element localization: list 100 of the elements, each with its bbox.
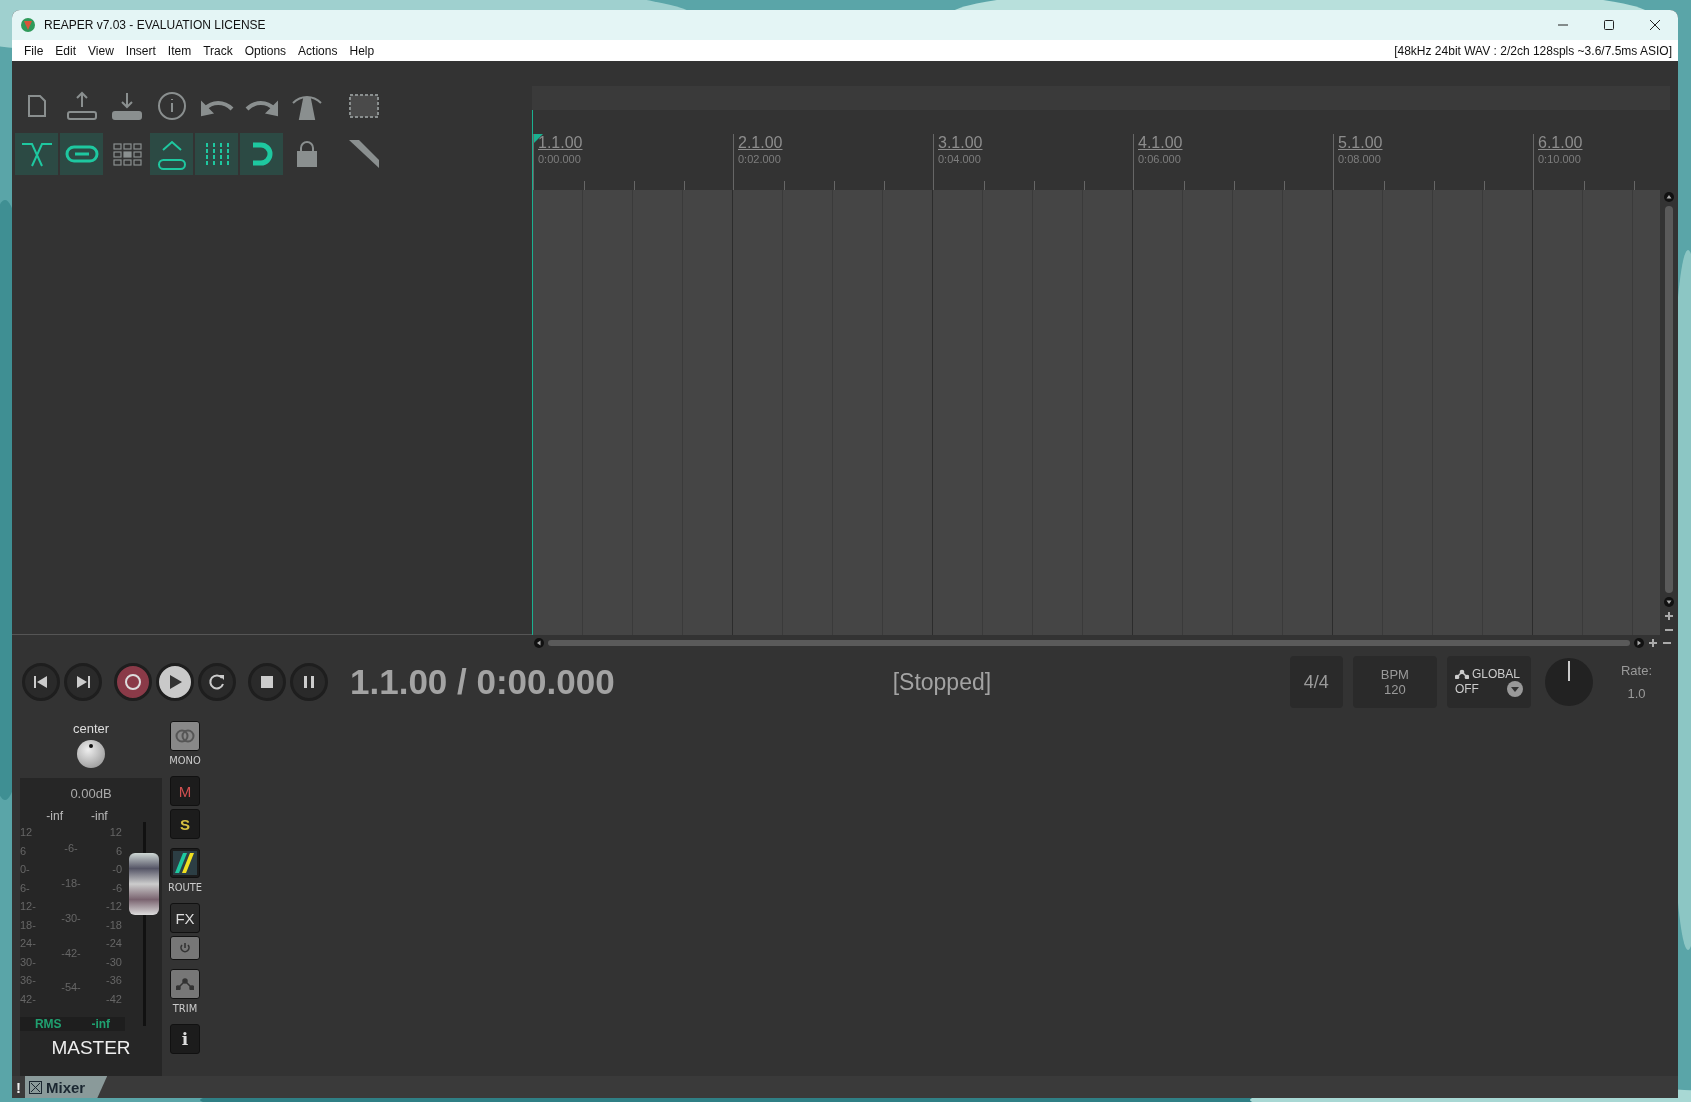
menu-item[interactable]: Insert (119, 43, 162, 58)
new-file-icon[interactable] (26, 94, 47, 118)
scroll-down-icon[interactable] (1664, 597, 1674, 607)
scroll-right-icon[interactable] (1634, 638, 1644, 648)
ripple-icon[interactable] (19, 140, 54, 168)
meter-scale-label: 6- (20, 880, 30, 896)
time-label: 0:00.000 (538, 152, 582, 166)
time-label: 0:10.000 (1538, 152, 1582, 166)
next-button[interactable] (64, 663, 102, 701)
meter-scale-label: -30- (61, 910, 81, 926)
skip-forward-icon (74, 673, 92, 691)
lock-icon[interactable] (295, 140, 318, 168)
skip-back-icon (32, 673, 50, 691)
info-icon[interactable] (156, 91, 187, 121)
close-icon[interactable] (29, 1080, 42, 1094)
measure-label: 5.1.00 (1338, 134, 1384, 152)
meter-scale-label: -6 (112, 880, 122, 896)
grid-icon[interactable] (111, 142, 142, 166)
info-button[interactable]: i (170, 1024, 200, 1054)
time-signature-button[interactable]: 4/4 (1289, 656, 1343, 708)
meter-scale-label: 6 (115, 843, 122, 859)
record-icon (124, 673, 142, 691)
repeat-icon (208, 673, 226, 691)
download-icon[interactable] (110, 91, 143, 121)
vertical-scrollbar[interactable] (1665, 206, 1673, 593)
power-icon (179, 942, 191, 954)
measure-label: 3.1.00 (938, 134, 984, 152)
stop-icon (258, 673, 276, 691)
time-label: 0:06.000 (1138, 152, 1182, 166)
meter-scale-label: -12 (106, 899, 122, 914)
meter-scale-label: -6- (64, 841, 78, 857)
measure-label: 6.1.00 (1538, 134, 1584, 152)
play-state: [Stopped] (892, 668, 992, 696)
pause-button[interactable] (290, 663, 328, 701)
solo-button[interactable]: S (170, 809, 200, 839)
meter-scale-label: 6 (20, 843, 27, 859)
menu-item[interactable]: View (82, 43, 120, 58)
fader-handle[interactable] (129, 853, 159, 916)
overlapping-circles-icon (174, 729, 196, 743)
rms-readout: -inf (91, 1017, 111, 1031)
meter-scale-label: 12 (109, 825, 122, 840)
scroll-up-icon[interactable] (1664, 192, 1674, 202)
maximize-icon (1603, 19, 1615, 31)
zoom-in-icon[interactable] (1648, 638, 1658, 648)
warning-indicator[interactable]: ! (16, 1078, 21, 1096)
meter-scale-label: -36 (106, 973, 122, 988)
time-label: 0:02.000 (738, 152, 782, 166)
menu-item[interactable]: Track (197, 43, 239, 58)
meter-scale-label: -24 (106, 936, 122, 951)
menu-item[interactable]: File (18, 43, 50, 58)
position-display: 1.1.00 / 0:00.000 (350, 662, 615, 702)
upload-icon[interactable] (65, 91, 98, 121)
route-button[interactable] (170, 848, 200, 878)
menu-item[interactable]: Edit (49, 43, 83, 58)
meter-scale-label: -42 (106, 991, 122, 1007)
close-icon (1649, 19, 1661, 31)
audio-status: [48kHz 24bit WAV : 2/2ch 128spls ~3.6/7.5ms ASIO] (1394, 43, 1672, 58)
menu-item[interactable]: Options (238, 43, 293, 58)
fx-bypass-button[interactable] (170, 936, 200, 960)
fx-button[interactable]: FX (170, 903, 200, 933)
pan-knob[interactable] (77, 740, 105, 768)
play-button[interactable] (156, 663, 194, 701)
previous-button[interactable] (22, 663, 60, 701)
measure-label: 1.1.00 (538, 134, 584, 152)
mixer-tab[interactable]: Mixer (25, 1076, 108, 1098)
window-title: REAPER v7.03 - EVALUATION LICENSE (44, 18, 266, 32)
scroll-left-icon[interactable] (534, 638, 544, 648)
tempo-display[interactable]: BPM 120 (1352, 656, 1437, 708)
grouping-icon[interactable] (156, 138, 187, 170)
link-icon[interactable] (64, 145, 99, 163)
meter-scale-label: -54- (61, 980, 81, 996)
trim-label: TRIM (172, 1002, 198, 1015)
rate-label: Rate: (1620, 663, 1652, 678)
record-button[interactable] (114, 663, 152, 701)
mono-button[interactable] (170, 721, 200, 751)
repeat-button[interactable] (198, 663, 236, 701)
menu-item[interactable]: Item (161, 43, 198, 58)
menu-item[interactable]: Actions (292, 43, 344, 58)
meter-scale-label: 12 (20, 825, 33, 840)
horizontal-scrollbar[interactable] (548, 640, 1630, 646)
meter-scale-label: 18- (20, 917, 36, 933)
trim-button[interactable] (170, 969, 200, 999)
volume-readout: 0.00dB (70, 786, 112, 801)
pan-label: center (72, 721, 110, 736)
meter-scale-label: -18- (61, 875, 81, 891)
zoom-in-icon[interactable] (1664, 611, 1674, 621)
measure-label: 4.1.00 (1138, 134, 1184, 152)
automation-mode-button[interactable]: GLOBAL OFF (1446, 656, 1531, 708)
mute-button[interactable]: M (170, 776, 200, 806)
meter-scale-label: 36- (20, 973, 36, 988)
meter-scale-label: 24- (20, 936, 36, 951)
route-label: ROUTE (167, 881, 203, 894)
rate-value: 1.0 (1627, 686, 1646, 701)
rms-label: RMS (34, 1017, 62, 1031)
peak-readout: -inf (91, 809, 108, 823)
volume-fader[interactable] (129, 822, 159, 1026)
stop-button[interactable] (248, 663, 286, 701)
menu-item[interactable]: Help (343, 43, 381, 58)
time-label: 0:04.000 (938, 152, 982, 166)
marquee-icon[interactable] (347, 93, 380, 119)
